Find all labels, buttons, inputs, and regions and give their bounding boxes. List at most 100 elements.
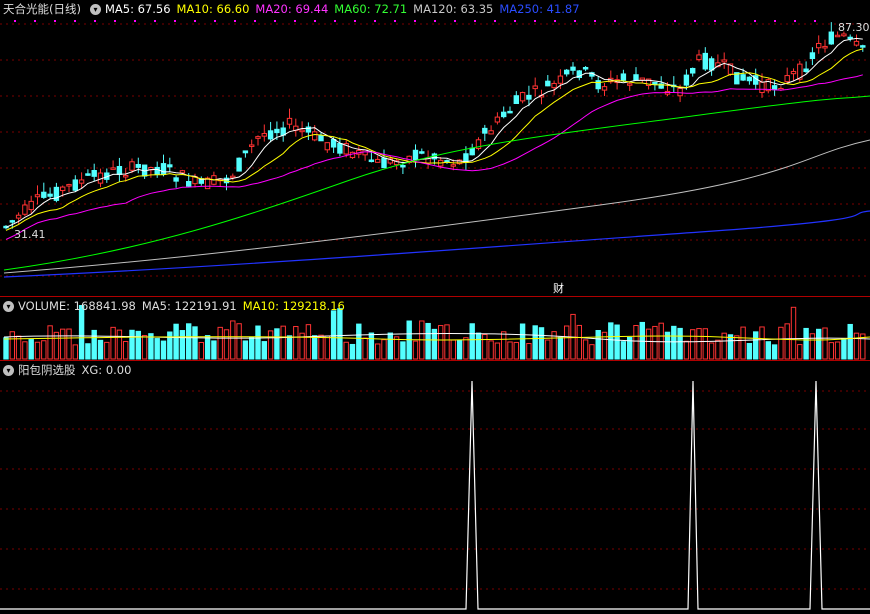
candle-body [784, 75, 790, 83]
volume-bar [494, 342, 501, 360]
candle-body [816, 42, 822, 49]
candle-body [860, 45, 866, 48]
volume-bar [286, 335, 293, 360]
signal-dot [254, 20, 256, 22]
candle-body [601, 86, 608, 91]
candle-body [91, 170, 97, 177]
candle-body [721, 59, 727, 63]
volume-bar [822, 327, 828, 360]
candle-body [28, 200, 34, 211]
ma60-line [3, 95, 870, 271]
volume-bar [853, 332, 860, 360]
candle-body [450, 164, 457, 167]
volume-bar [236, 323, 242, 360]
volume-bar [356, 323, 362, 360]
volume-bar [526, 343, 532, 360]
volume-ma10: MA10: 129218.16 [242, 299, 345, 313]
volume-bar [652, 325, 658, 360]
candle-body [400, 164, 406, 168]
signal-dot [74, 20, 76, 22]
volume-bar [797, 344, 803, 360]
ma60-label: MA60: 72.71 [334, 2, 408, 16]
volume-bar [362, 337, 368, 360]
candle-body [822, 45, 828, 49]
volume-bar [438, 325, 444, 360]
volume-bar [34, 341, 41, 360]
volume-bar [274, 328, 280, 360]
volume-bar [696, 328, 702, 360]
stock-title: 天合光能(日线) [3, 2, 81, 16]
candle-body [274, 128, 280, 134]
volume-bar [198, 341, 205, 360]
volume-bar [828, 342, 834, 360]
volume-bar [671, 325, 677, 360]
candle-body [545, 80, 551, 87]
volume-bar [746, 342, 753, 360]
signal-dot [774, 20, 776, 22]
volume-bar [204, 335, 211, 360]
candle-body [557, 75, 564, 84]
candle-body [494, 116, 501, 123]
signal-dot [654, 20, 656, 22]
candle-body [116, 166, 123, 175]
volume-bar [255, 325, 261, 360]
volume-bar [160, 340, 167, 360]
volume-bar [186, 323, 192, 360]
chevron-down-icon[interactable]: ▾ [3, 364, 14, 376]
volume-bar [15, 335, 22, 360]
volume-bar [22, 341, 28, 360]
volume-bar [645, 328, 652, 360]
signal-dot [154, 20, 156, 22]
volume-header: ▾ VOLUME: 168841.98 MA5: 122191.91 MA10:… [0, 297, 351, 315]
signal-dot [754, 20, 756, 22]
ma5-label: MA5: 67.56 [104, 2, 171, 16]
candle-body [129, 161, 135, 171]
chevron-down-icon[interactable]: ▾ [3, 300, 14, 312]
volume-pane[interactable]: ▾ VOLUME: 168841.98 MA5: 122191.91 MA10:… [0, 297, 870, 360]
indicator-pane[interactable]: ▾ 阳包阴选股 XG: 0.00 [0, 361, 870, 614]
volume-bar [381, 339, 387, 360]
volume-bar [41, 340, 47, 360]
volume-bar [267, 330, 274, 360]
volume-bar [261, 341, 268, 360]
signal-dot [414, 20, 416, 22]
volume-bar [305, 324, 312, 360]
volume-title: VOLUME: 168841.98 [18, 299, 136, 313]
finance-event-marker[interactable]: 财 [553, 280, 564, 296]
candle-body [532, 85, 538, 90]
candle-body [312, 131, 318, 141]
candle-body [507, 110, 513, 114]
candle-body [809, 52, 816, 60]
volume-bar [589, 344, 595, 360]
volume-bar [167, 331, 173, 360]
volume-bar [72, 344, 78, 360]
indicator-chart[interactable] [0, 361, 870, 614]
candle-body [639, 77, 645, 81]
volume-bar [595, 330, 601, 360]
ma250-line [3, 210, 870, 278]
volume-bar [790, 306, 797, 360]
candle-body [236, 157, 242, 172]
volume-bar [129, 329, 135, 360]
candle-body [790, 70, 797, 75]
candle-body [299, 129, 305, 133]
candle-body [482, 127, 488, 134]
volume-bar [324, 335, 331, 360]
candle-body [551, 82, 557, 89]
price-chart[interactable] [0, 0, 870, 296]
candle-body [834, 34, 841, 38]
candle-body [324, 142, 331, 151]
volume-bar [809, 333, 816, 360]
candle-body [179, 170, 186, 174]
candle-body [513, 95, 519, 104]
candle-body [167, 164, 173, 168]
volume-bar [337, 308, 343, 360]
volume-bar [519, 323, 526, 360]
candle-body [72, 179, 78, 191]
volume-bar [614, 324, 620, 360]
candle-body [419, 151, 425, 154]
chevron-down-icon[interactable]: ▾ [89, 3, 101, 15]
candle-body [230, 175, 236, 179]
signal-dot [794, 20, 796, 22]
price-pane[interactable]: 天合光能(日线) ▾ MA5: 67.56 MA10: 66.60 MA20: … [0, 0, 870, 296]
